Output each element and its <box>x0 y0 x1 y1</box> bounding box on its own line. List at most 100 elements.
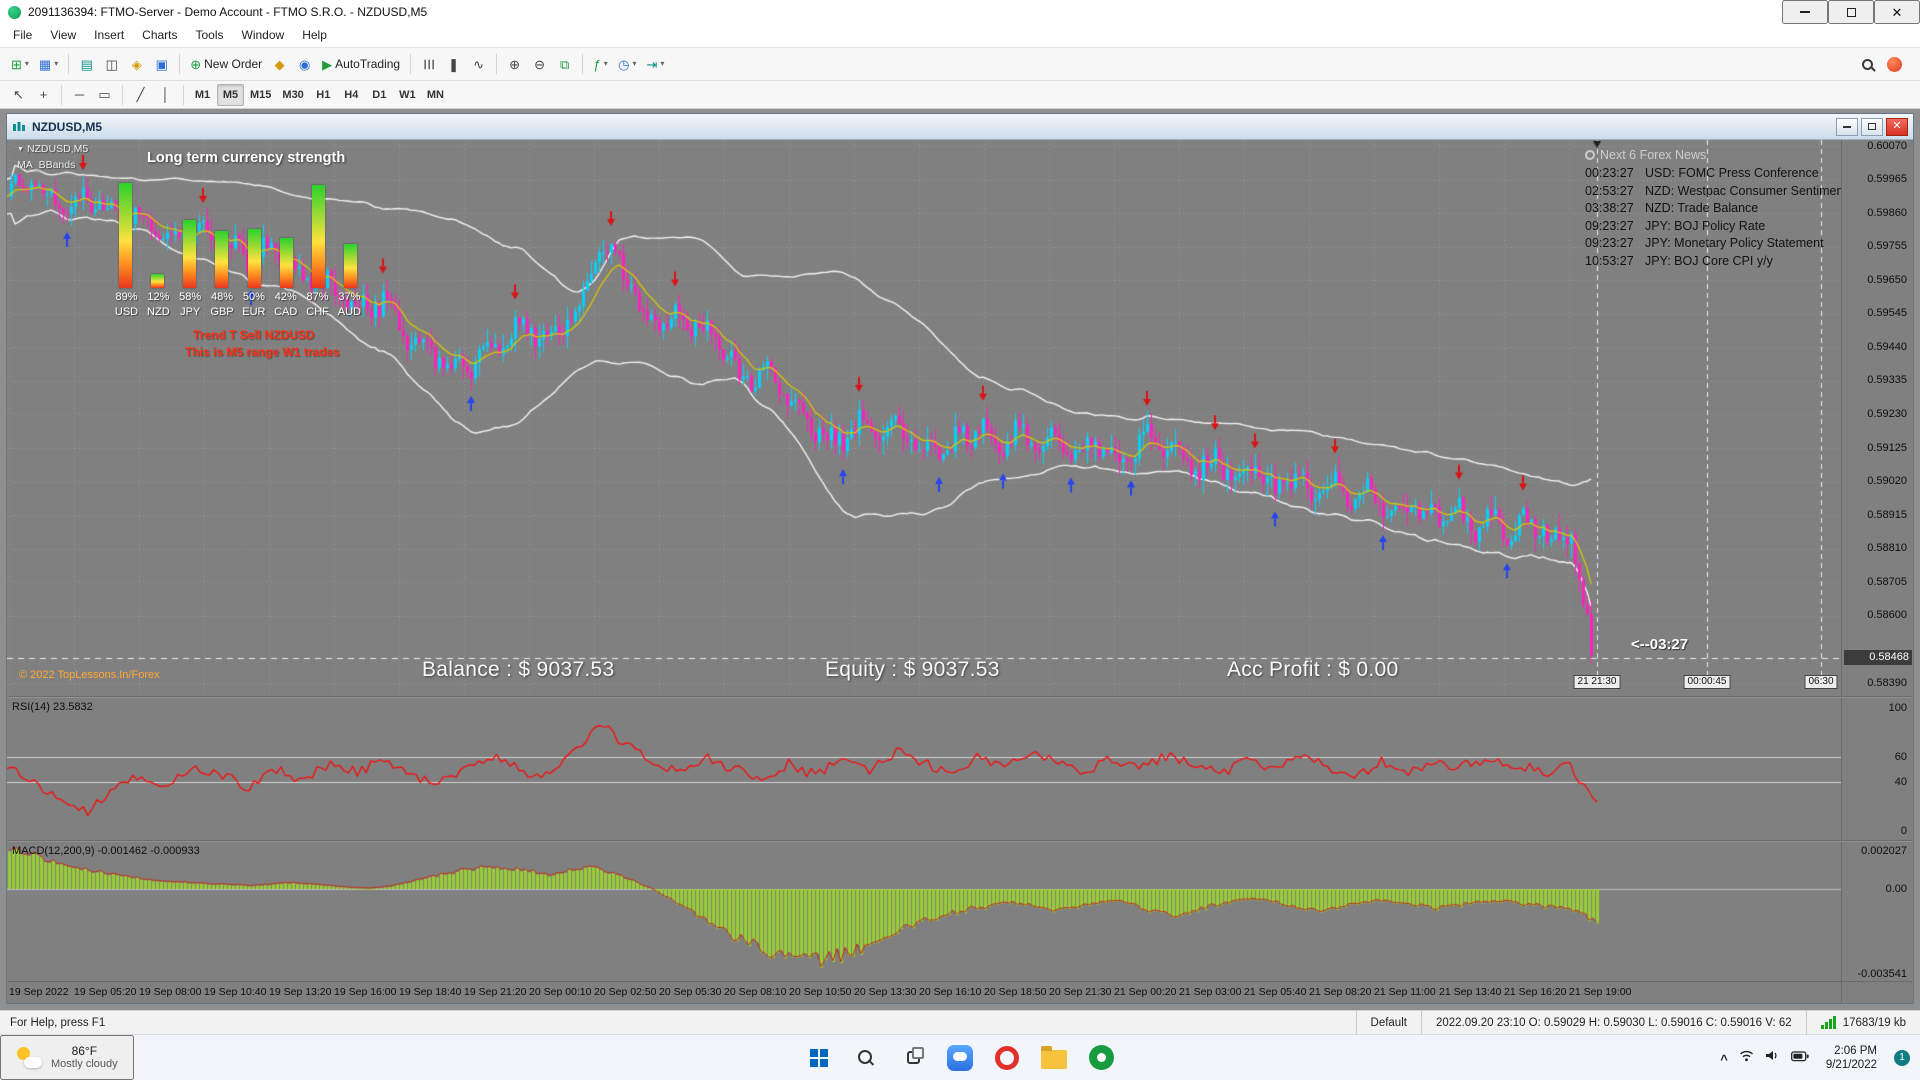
time-axis[interactable]: 19 Sep 202219 Sep 05:2019 Sep 08:0019 Se… <box>7 981 1913 1003</box>
price-tick: 0.59755 <box>1867 240 1907 252</box>
menu-insert[interactable]: Insert <box>85 24 133 47</box>
chart-close-button[interactable]: ✕ <box>1886 118 1908 136</box>
green-app-button[interactable] <box>1082 1039 1120 1077</box>
zoom-in-button[interactable]: ⊕ <box>502 51 527 77</box>
price-panel: ▼NZDUSD,M5 MA_BBands Long term currency … <box>7 140 1913 696</box>
account-badge[interactable] <box>1887 57 1902 72</box>
volume-icon[interactable] <box>1765 1049 1780 1067</box>
rsi-tick: 60 <box>1895 751 1907 763</box>
market-watch-button[interactable]: ▤ <box>74 51 99 77</box>
timeframe-h1[interactable]: H1 <box>310 84 337 106</box>
community-button[interactable]: ◉ <box>292 51 317 77</box>
minimize-button[interactable] <box>1782 0 1828 24</box>
horizontal-line-button[interactable]: ─ <box>67 82 92 108</box>
rsi-panel: RSI(14) 23.5832 10060400 <box>7 698 1913 840</box>
strength-bar <box>312 185 325 288</box>
menu-window[interactable]: Window <box>233 24 294 47</box>
timeframe-mn[interactable]: MN <box>422 84 449 106</box>
new-chart-button[interactable]: ⊞▾ <box>6 51 34 77</box>
price-chart-plot[interactable]: ▼NZDUSD,M5 MA_BBands Long term currency … <box>7 140 1841 696</box>
rectangle-tool-button[interactable]: ▭ <box>92 82 117 108</box>
tile-windows-button[interactable]: ⧉ <box>552 51 577 77</box>
search-icon[interactable] <box>1862 59 1873 70</box>
weather-widget[interactable]: 86°F Mostly cloudy <box>0 1035 134 1080</box>
menu-tools[interactable]: Tools <box>187 24 233 47</box>
battery-icon[interactable] <box>1791 1049 1809 1067</box>
chart-line-button[interactable]: ∿ <box>466 51 491 77</box>
trendline-tool-button[interactable]: ╱ <box>128 82 153 108</box>
notification-badge[interactable]: 1 <box>1894 1050 1910 1066</box>
chart-shift-button[interactable]: ⇥▾ <box>641 51 669 77</box>
autotrading-button[interactable]: ▶AutoTrading <box>317 51 405 77</box>
start-button[interactable] <box>800 1039 838 1077</box>
maximize-button[interactable] <box>1828 0 1874 24</box>
file-explorer-button[interactable] <box>1035 1039 1073 1077</box>
toolbox-button[interactable]: ▣ <box>149 51 174 77</box>
rsi-axis[interactable]: 10060400 <box>1841 698 1913 840</box>
chat-button[interactable] <box>941 1039 979 1077</box>
new-order-button[interactable]: ⊕New Order <box>185 51 267 77</box>
market-watch-icon: ▤ <box>81 58 93 71</box>
close-icon: ✕ <box>1892 6 1903 19</box>
strength-bar <box>183 220 196 288</box>
chart-restore-button[interactable] <box>1861 118 1883 136</box>
menu-view[interactable]: View <box>41 24 85 47</box>
chart-bars-button[interactable]: ☰ <box>416 51 441 77</box>
chart-symbol-label: ▼NZDUSD,M5 <box>17 143 88 155</box>
trendline-icon: ╱ <box>137 88 145 101</box>
candle-countdown-label: <--03:27 <box>1631 636 1688 653</box>
zoom-out-button[interactable]: ⊖ <box>527 51 552 77</box>
timeframe-m15[interactable]: M15 <box>245 84 276 106</box>
taskbar-search-button[interactable] <box>847 1039 885 1077</box>
menu-file[interactable]: File <box>4 24 41 47</box>
navigator-button[interactable]: ◈ <box>124 51 149 77</box>
hidden-icons-chevron[interactable]: ^ <box>1720 1052 1728 1067</box>
timeframe-w1[interactable]: W1 <box>394 84 421 106</box>
crosshair-tool-button[interactable]: + <box>31 82 56 108</box>
timeframe-d1[interactable]: D1 <box>366 84 393 106</box>
task-view-button[interactable] <box>894 1039 932 1077</box>
clock-widget[interactable]: 2:06 PM 9/21/2022 <box>1820 1043 1883 1073</box>
timeframe-h4[interactable]: H4 <box>338 84 365 106</box>
metaeditor-button[interactable]: ◆ <box>267 51 292 77</box>
time-axis-corner <box>1841 982 1913 1003</box>
chart-window-titlebar[interactable]: NZDUSD,M5 ✕ <box>7 114 1913 140</box>
periods-button[interactable]: ◷▾ <box>613 51 641 77</box>
macd-plot[interactable]: MACD(12,200,9) -0.001462 -0.000933 <box>7 842 1841 981</box>
profiles-button[interactable]: ▦▾ <box>34 51 63 77</box>
menu-help[interactable]: Help <box>293 24 336 47</box>
rsi-plot[interactable]: RSI(14) 23.5832 <box>7 698 1841 840</box>
crosshair-icon: + <box>40 88 48 101</box>
cursor-tool-button[interactable]: ↖ <box>6 82 31 108</box>
wifi-icon[interactable] <box>1739 1049 1754 1067</box>
indicators-button[interactable]: ƒ▾ <box>588 51 613 77</box>
clock-time: 2:06 PM <box>1826 1044 1877 1058</box>
date-label: 21 Sep 00:20 <box>1114 986 1176 998</box>
date-label: 21 Sep 11:00 <box>1374 986 1436 998</box>
close-button[interactable]: ✕ <box>1874 0 1920 24</box>
new-chart-icon: ⊞ <box>11 58 22 71</box>
rsi-canvas[interactable] <box>7 698 1841 840</box>
macd-axis[interactable]: 0.0020270.00-0.003541 <box>1841 842 1913 981</box>
vertical-line-button[interactable]: │ <box>153 82 178 108</box>
timeframe-m5[interactable]: M5 <box>217 84 244 106</box>
status-profile[interactable]: Default <box>1356 1011 1421 1034</box>
strength-currency: EUR <box>238 306 269 318</box>
price-axis[interactable]: 0.58468 0.600700.599650.598600.597550.59… <box>1841 140 1913 696</box>
price-tick: 0.58810 <box>1867 542 1907 554</box>
opera-icon <box>995 1046 1019 1070</box>
time-box-right: 06:30 <box>1804 675 1837 689</box>
menu-charts[interactable]: Charts <box>133 24 186 47</box>
toolbar-separator <box>183 85 184 105</box>
macd-canvas[interactable] <box>7 842 1841 981</box>
weather-icon <box>16 1045 42 1071</box>
clock-date: 9/21/2022 <box>1826 1058 1877 1072</box>
timeframe-m1[interactable]: M1 <box>189 84 216 106</box>
data-window-button[interactable]: ◫ <box>99 51 124 77</box>
strength-currency: CHF <box>302 306 333 318</box>
chart-candles-button[interactable]: ❚ <box>441 51 466 77</box>
chart-minimize-button[interactable] <box>1836 118 1858 136</box>
opera-button[interactable] <box>988 1039 1026 1077</box>
news-icon <box>1585 150 1595 160</box>
timeframe-m30[interactable]: M30 <box>277 84 308 106</box>
